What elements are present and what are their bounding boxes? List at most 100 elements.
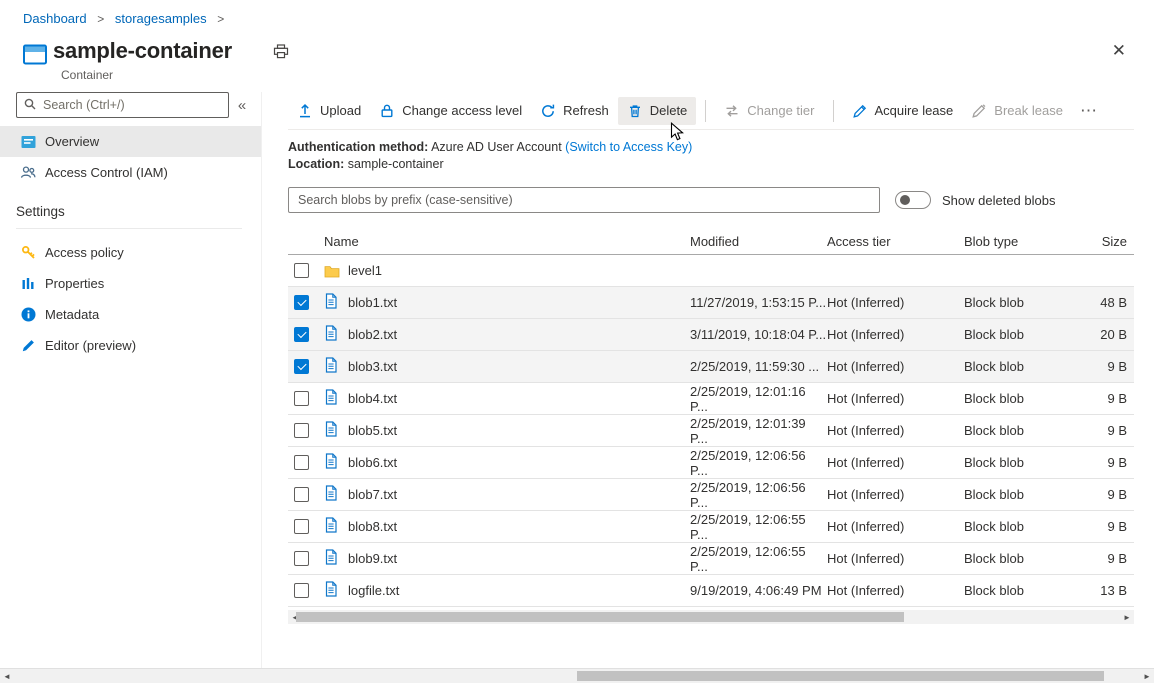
blob-name[interactable]: blob1.txt: [348, 295, 690, 310]
column-modified: Modified: [690, 234, 827, 249]
table-row[interactable]: blob9.txt 2/25/2019, 12:06:55 P... Hot (…: [288, 543, 1134, 575]
row-checkbox[interactable]: [294, 391, 309, 406]
scroll-right-icon[interactable]: [1120, 610, 1134, 624]
row-checkbox[interactable]: [294, 295, 309, 310]
file-icon: [324, 485, 338, 504]
row-checkbox[interactable]: [294, 551, 309, 566]
row-checkbox[interactable]: [294, 327, 309, 342]
table-row[interactable]: blob3.txt 2/25/2019, 11:59:30 ... Hot (I…: [288, 351, 1134, 383]
table-row[interactable]: blob5.txt 2/25/2019, 12:01:39 P... Hot (…: [288, 415, 1134, 447]
switch-access-key-link[interactable]: (Switch to Access Key): [565, 140, 692, 154]
file-icon: [324, 453, 338, 472]
blob-size: 9 B: [1064, 519, 1134, 534]
close-icon[interactable]: ✕: [1112, 42, 1126, 59]
blob-name[interactable]: blob2.txt: [348, 327, 690, 342]
table-scrollbar-thumb[interactable]: [296, 612, 904, 622]
blob-type: Block blob: [964, 295, 1064, 310]
sidebar-item-access-policy[interactable]: Access policy: [0, 237, 261, 268]
change-access-level-button[interactable]: Change access level: [370, 97, 531, 125]
auth-method-value: Azure AD User Account: [431, 140, 562, 154]
sidebar-item-label: Access Control (IAM): [45, 165, 168, 180]
blob-type: Block blob: [964, 327, 1064, 342]
storage-container-icon: [23, 44, 47, 68]
lease-pen-icon: [852, 103, 868, 119]
sidebar-item-access-control[interactable]: Access Control (IAM): [0, 157, 261, 188]
more-commands-icon[interactable]: ⋯: [1072, 98, 1105, 123]
blob-name[interactable]: blob9.txt: [348, 551, 690, 566]
blob-size: 9 B: [1064, 391, 1134, 406]
breadcrumb-separator: >: [217, 12, 224, 26]
change-tier-icon: [724, 103, 740, 119]
sidebar-item-overview[interactable]: Overview: [0, 126, 261, 157]
blob-modified: 2/25/2019, 12:06:56 P...: [690, 448, 827, 478]
breadcrumb-dashboard[interactable]: Dashboard: [23, 11, 87, 26]
sidebar-nav: Overview Access Control (IAM) Settings A…: [0, 126, 261, 361]
sidebar-item-editor[interactable]: Editor (preview): [0, 330, 261, 361]
column-name: Name: [324, 234, 690, 249]
table-row[interactable]: blob6.txt 2/25/2019, 12:06:56 P... Hot (…: [288, 447, 1134, 479]
table-header: Name Modified Access tier Blob type Size: [288, 228, 1134, 255]
row-checkbox[interactable]: [294, 583, 309, 598]
blob-modified: 2/25/2019, 11:59:30 ...: [690, 359, 827, 374]
page-horizontal-scrollbar[interactable]: [0, 668, 1154, 683]
toolbar-separator: [705, 100, 706, 122]
scroll-right-icon[interactable]: [1140, 669, 1154, 683]
table-horizontal-scrollbar[interactable]: [288, 610, 1134, 624]
table-row[interactable]: blob7.txt 2/25/2019, 12:06:56 P... Hot (…: [288, 479, 1134, 511]
blob-size: 13 B: [1064, 583, 1134, 598]
column-access-tier: Access tier: [827, 234, 964, 249]
blob-size: 9 B: [1064, 359, 1134, 374]
blob-modified: 11/27/2019, 1:53:15 P...: [690, 295, 827, 310]
blob-type: Block blob: [964, 423, 1064, 438]
sidebar-item-properties[interactable]: Properties: [0, 268, 261, 299]
table-row[interactable]: logfile.txt 9/19/2019, 4:06:49 PM Hot (I…: [288, 575, 1134, 607]
row-checkbox[interactable]: [294, 487, 309, 502]
row-checkbox[interactable]: [294, 423, 309, 438]
blob-type: Block blob: [964, 359, 1064, 374]
blob-name[interactable]: blob5.txt: [348, 423, 690, 438]
blob-size: 9 B: [1064, 551, 1134, 566]
blob-name[interactable]: level1: [348, 263, 690, 278]
blob-name[interactable]: blob8.txt: [348, 519, 690, 534]
table-row[interactable]: blob8.txt 2/25/2019, 12:06:55 P... Hot (…: [288, 511, 1134, 543]
sidebar-search-input[interactable]: [16, 92, 229, 118]
table-row[interactable]: blob2.txt 3/11/2019, 10:18:04 P... Hot (…: [288, 319, 1134, 351]
blob-type: Block blob: [964, 519, 1064, 534]
column-blob-type: Blob type: [964, 234, 1064, 249]
acquire-lease-button[interactable]: Acquire lease: [843, 97, 963, 125]
blob-name[interactable]: blob6.txt: [348, 455, 690, 470]
row-checkbox[interactable]: [294, 359, 309, 374]
blob-size: 9 B: [1064, 487, 1134, 502]
breadcrumb-storagesamples[interactable]: storagesamples: [115, 11, 207, 26]
blob-name[interactable]: blob4.txt: [348, 391, 690, 406]
break-lease-icon: [971, 103, 987, 119]
sidebar-item-label: Editor (preview): [45, 338, 136, 353]
refresh-button[interactable]: Refresh: [531, 97, 618, 125]
table-row[interactable]: blob1.txt 11/27/2019, 1:53:15 P... Hot (…: [288, 287, 1134, 319]
row-checkbox[interactable]: [294, 263, 309, 278]
blob-prefix-search-input[interactable]: [288, 187, 880, 213]
key-icon: [20, 245, 36, 261]
change-tier-button: Change tier: [715, 97, 823, 125]
sidebar: « Overview Access Control (IAM) Settings…: [0, 92, 262, 668]
row-checkbox[interactable]: [294, 519, 309, 534]
file-icon: [324, 581, 338, 600]
show-deleted-blobs-toggle[interactable]: [895, 191, 931, 209]
blob-modified: 3/11/2019, 10:18:04 P...: [690, 327, 827, 342]
pencil-icon: [20, 338, 36, 354]
blob-name[interactable]: blob3.txt: [348, 359, 690, 374]
page-scrollbar-thumb[interactable]: [577, 671, 1104, 681]
collapse-sidebar-icon[interactable]: «: [229, 97, 255, 114]
sidebar-item-metadata[interactable]: Metadata: [0, 299, 261, 330]
table-row[interactable]: blob4.txt 2/25/2019, 12:01:16 P... Hot (…: [288, 383, 1134, 415]
blob-name[interactable]: logfile.txt: [348, 583, 690, 598]
table-row[interactable]: level1: [288, 255, 1134, 287]
scroll-left-icon[interactable]: [0, 669, 14, 683]
upload-button[interactable]: Upload: [288, 97, 370, 125]
blob-name[interactable]: blob7.txt: [348, 487, 690, 502]
delete-button[interactable]: Delete: [618, 97, 697, 125]
print-icon[interactable]: [273, 44, 289, 62]
upload-icon: [297, 103, 313, 119]
blob-modified: 2/25/2019, 12:01:16 P...: [690, 384, 827, 414]
row-checkbox[interactable]: [294, 455, 309, 470]
